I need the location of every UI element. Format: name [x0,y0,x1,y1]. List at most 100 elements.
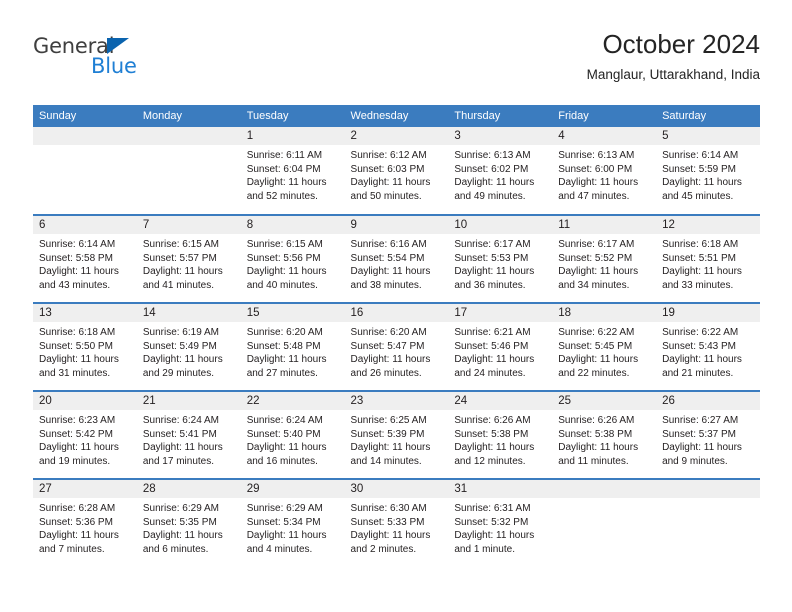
daylight-duration-line1: Daylight: 11 hours [558,177,639,189]
sunrise-time: Sunrise: 6:26 AM [558,415,635,426]
calendar-cell-inner: 10 Sunrise: 6:17 AM Sunset: 5:53 PM Dayligh… [448,216,553,302]
calendar-day-cell[interactable]: 11 Sunrise: 6:17 AM Sunset: 5:52 PM Dayligh… [552,214,657,303]
sunset-time: Sunset: 5:38 PM [454,428,529,440]
weekday-header-monday: Monday [136,105,241,127]
calendar-cell-inner: 25 Sunrise: 6:26 AM Sunset: 5:38 PM Dayligh… [552,392,657,478]
calendar-cell-inner: 29 Sunrise: 6:29 AM Sunset: 5:34 PM Dayligh… [240,480,345,567]
day-details: Sunrise: 6:13 AM Sunset: 6:02 PM Daylight:… [448,145,552,203]
calendar-day-cell[interactable]: 16 Sunrise: 6:20 AM Sunset: 5:47 PM Dayligh… [344,302,449,391]
daylight-duration-line2: and 22 minutes. [558,367,630,379]
daylight-duration-line2: and 19 minutes. [39,455,111,467]
day-details: Sunrise: 6:14 AM Sunset: 5:59 PM Daylight:… [656,145,760,203]
calendar-day-cell[interactable]: 25 Sunrise: 6:26 AM Sunset: 5:38 PM Dayligh… [552,390,657,479]
daylight-duration-line2: and 11 minutes. [558,455,629,467]
daylight-duration-line1: Daylight: 11 hours [662,266,742,278]
calendar-day-cell[interactable]: 22 Sunrise: 6:24 AM Sunset: 5:40 PM Dayligh… [240,390,345,479]
calendar-day-cell[interactable]: 23 Sunrise: 6:25 AM Sunset: 5:39 PM Dayligh… [344,390,449,479]
calendar-day-cell[interactable]: 10 Sunrise: 6:17 AM Sunset: 5:53 PM Dayligh… [448,214,553,303]
calendar-day-cell[interactable]: 14 Sunrise: 6:19 AM Sunset: 5:49 PM Dayligh… [136,302,241,391]
day-number: 9 [344,216,449,234]
sunset-time: Sunset: 5:51 PM [662,252,736,264]
day-number: 23 [344,392,449,410]
day-number [656,480,760,498]
calendar-table: Sunday Monday Tuesday Wednesday Thursday… [33,105,760,567]
day-details: Sunrise: 6:29 AM Sunset: 5:34 PM Daylight:… [241,498,345,556]
page-title: October 2024 [602,29,760,59]
sunset-time: Sunset: 5:59 PM [662,163,736,175]
day-details: Sunrise: 6:11 AM Sunset: 6:04 PM Daylight:… [241,145,345,203]
day-number: 16 [344,304,449,322]
calendar-cell-inner: 23 Sunrise: 6:25 AM Sunset: 5:39 PM Dayligh… [344,392,449,478]
sunrise-time: Sunrise: 6:14 AM [39,239,116,250]
day-number: 19 [656,304,760,322]
daylight-duration-line2: and 33 minutes. [662,279,734,291]
day-number: 28 [136,480,241,498]
sunrise-time: Sunrise: 6:11 AM [246,150,323,161]
sunset-time: Sunset: 5:47 PM [350,340,425,352]
day-number [33,127,137,145]
calendar-cell-inner: 11 Sunrise: 6:17 AM Sunset: 5:52 PM Dayligh… [552,216,657,302]
daylight-duration-line2: and 26 minutes. [350,367,422,379]
calendar-day-cell[interactable]: 1 Sunrise: 6:11 AM Sunset: 6:04 PM Daylight… [240,127,345,215]
sunrise-time: Sunrise: 6:13 AM [558,150,635,161]
day-details: Sunrise: 6:22 AM Sunset: 5:43 PM Daylight:… [656,322,760,380]
daylight-duration-line2: and 40 minutes. [246,279,318,291]
calendar-cell-inner: 24 Sunrise: 6:26 AM Sunset: 5:38 PM Dayligh… [448,392,553,478]
calendar-day-cell[interactable]: 13 Sunrise: 6:18 AM Sunset: 5:50 PM Dayligh… [33,302,137,391]
calendar-day-cell[interactable]: 12 Sunrise: 6:18 AM Sunset: 5:51 PM Dayligh… [656,214,760,303]
calendar-day-cell[interactable]: 3 Sunrise: 6:13 AM Sunset: 6:02 PM Daylight… [448,127,553,215]
daylight-duration-line1: Daylight: 11 hours [142,266,223,278]
daylight-duration-line1: Daylight: 11 hours [454,266,535,278]
calendar-day-cell[interactable]: 4 Sunrise: 6:13 AM Sunset: 6:00 PM Daylight… [552,127,657,215]
daylight-duration-line1: Daylight: 11 hours [558,442,639,454]
calendar-day-cell[interactable]: 24 Sunrise: 6:26 AM Sunset: 5:38 PM Dayligh… [448,390,553,479]
calendar-day-cell[interactable]: 20 Sunrise: 6:23 AM Sunset: 5:42 PM Dayligh… [33,390,137,479]
sunrise-time: Sunrise: 6:24 AM [246,415,323,426]
calendar-day-cell[interactable]: 15 Sunrise: 6:20 AM Sunset: 5:48 PM Dayligh… [240,302,345,391]
page-header: General Blue October 2024 Manglaur, Utta… [33,28,760,96]
calendar-day-cell[interactable]: 19 Sunrise: 6:22 AM Sunset: 5:43 PM Dayligh… [656,302,760,391]
calendar-cell-inner: 28 Sunrise: 6:29 AM Sunset: 5:35 PM Dayligh… [136,480,241,567]
calendar-cell-inner [656,480,760,567]
sunrise-time: Sunrise: 6:28 AM [39,503,116,514]
calendar-cell-inner: 20 Sunrise: 6:23 AM Sunset: 5:42 PM Dayligh… [33,392,137,478]
sunset-time: Sunset: 5:41 PM [142,428,217,440]
calendar-day-cell[interactable]: 31 Sunrise: 6:31 AM Sunset: 5:32 PM Dayligh… [448,478,553,567]
calendar-day-cell[interactable]: 29 Sunrise: 6:29 AM Sunset: 5:34 PM Dayligh… [240,478,345,567]
day-details: Sunrise: 6:17 AM Sunset: 5:52 PM Daylight:… [552,234,656,292]
calendar-day-cell[interactable]: 2 Sunrise: 6:12 AM Sunset: 6:03 PM Daylight… [344,127,449,215]
calendar-day-cell[interactable]: 7 Sunrise: 6:15 AM Sunset: 5:57 PM Daylight… [136,214,241,303]
daylight-duration-line1: Daylight: 11 hours [350,442,431,454]
daylight-duration-line2: and 12 minutes. [454,455,526,467]
daylight-duration-line2: and 6 minutes. [142,543,209,555]
sunrise-time: Sunrise: 6:15 AM [246,239,323,250]
daylight-duration-line1: Daylight: 11 hours [246,442,327,454]
calendar-day-cell[interactable]: 6 Sunrise: 6:14 AM Sunset: 5:58 PM Daylight… [33,214,137,303]
daylight-duration-line1: Daylight: 11 hours [39,530,119,542]
calendar-cell-inner: 17 Sunrise: 6:21 AM Sunset: 5:46 PM Dayligh… [448,304,553,390]
calendar-cell-inner: 27 Sunrise: 6:28 AM Sunset: 5:36 PM Dayligh… [33,480,137,567]
calendar-cell-inner: 30 Sunrise: 6:30 AM Sunset: 5:33 PM Dayligh… [344,480,449,567]
daylight-duration-line1: Daylight: 11 hours [39,442,119,454]
daylight-duration-line1: Daylight: 11 hours [39,266,119,278]
calendar-day-cell[interactable]: 5 Sunrise: 6:14 AM Sunset: 5:59 PM Daylight… [656,127,760,215]
calendar-cell-inner: 31 Sunrise: 6:31 AM Sunset: 5:32 PM Dayligh… [448,480,553,567]
calendar-cell-inner: 15 Sunrise: 6:20 AM Sunset: 5:48 PM Dayligh… [240,304,345,390]
day-details: Sunrise: 6:24 AM Sunset: 5:40 PM Daylight:… [241,410,345,468]
calendar-day-cell[interactable]: 9 Sunrise: 6:16 AM Sunset: 5:54 PM Daylight… [344,214,449,303]
general-blue-logo[interactable]: General Blue [33,34,213,86]
calendar-day-cell[interactable]: 18 Sunrise: 6:22 AM Sunset: 5:45 PM Dayligh… [552,302,657,391]
daylight-duration-line2: and 36 minutes. [454,279,526,291]
daylight-duration-line1: Daylight: 11 hours [246,354,327,366]
day-number: 22 [240,392,345,410]
calendar-day-cell[interactable]: 28 Sunrise: 6:29 AM Sunset: 5:35 PM Dayligh… [136,478,241,567]
daylight-duration-line2: and 34 minutes. [558,279,630,291]
sunrise-time: Sunrise: 6:22 AM [662,327,739,338]
day-number: 25 [552,392,657,410]
calendar-day-cell[interactable]: 26 Sunrise: 6:27 AM Sunset: 5:37 PM Dayligh… [656,390,760,479]
calendar-day-cell[interactable]: 27 Sunrise: 6:28 AM Sunset: 5:36 PM Dayligh… [33,478,137,567]
calendar-day-cell[interactable]: 17 Sunrise: 6:21 AM Sunset: 5:46 PM Dayligh… [448,302,553,391]
calendar-day-cell[interactable]: 30 Sunrise: 6:30 AM Sunset: 5:33 PM Dayligh… [344,478,449,567]
calendar-day-cell[interactable]: 21 Sunrise: 6:24 AM Sunset: 5:41 PM Dayligh… [136,390,241,479]
calendar-day-cell[interactable]: 8 Sunrise: 6:15 AM Sunset: 5:56 PM Daylight… [240,214,345,303]
